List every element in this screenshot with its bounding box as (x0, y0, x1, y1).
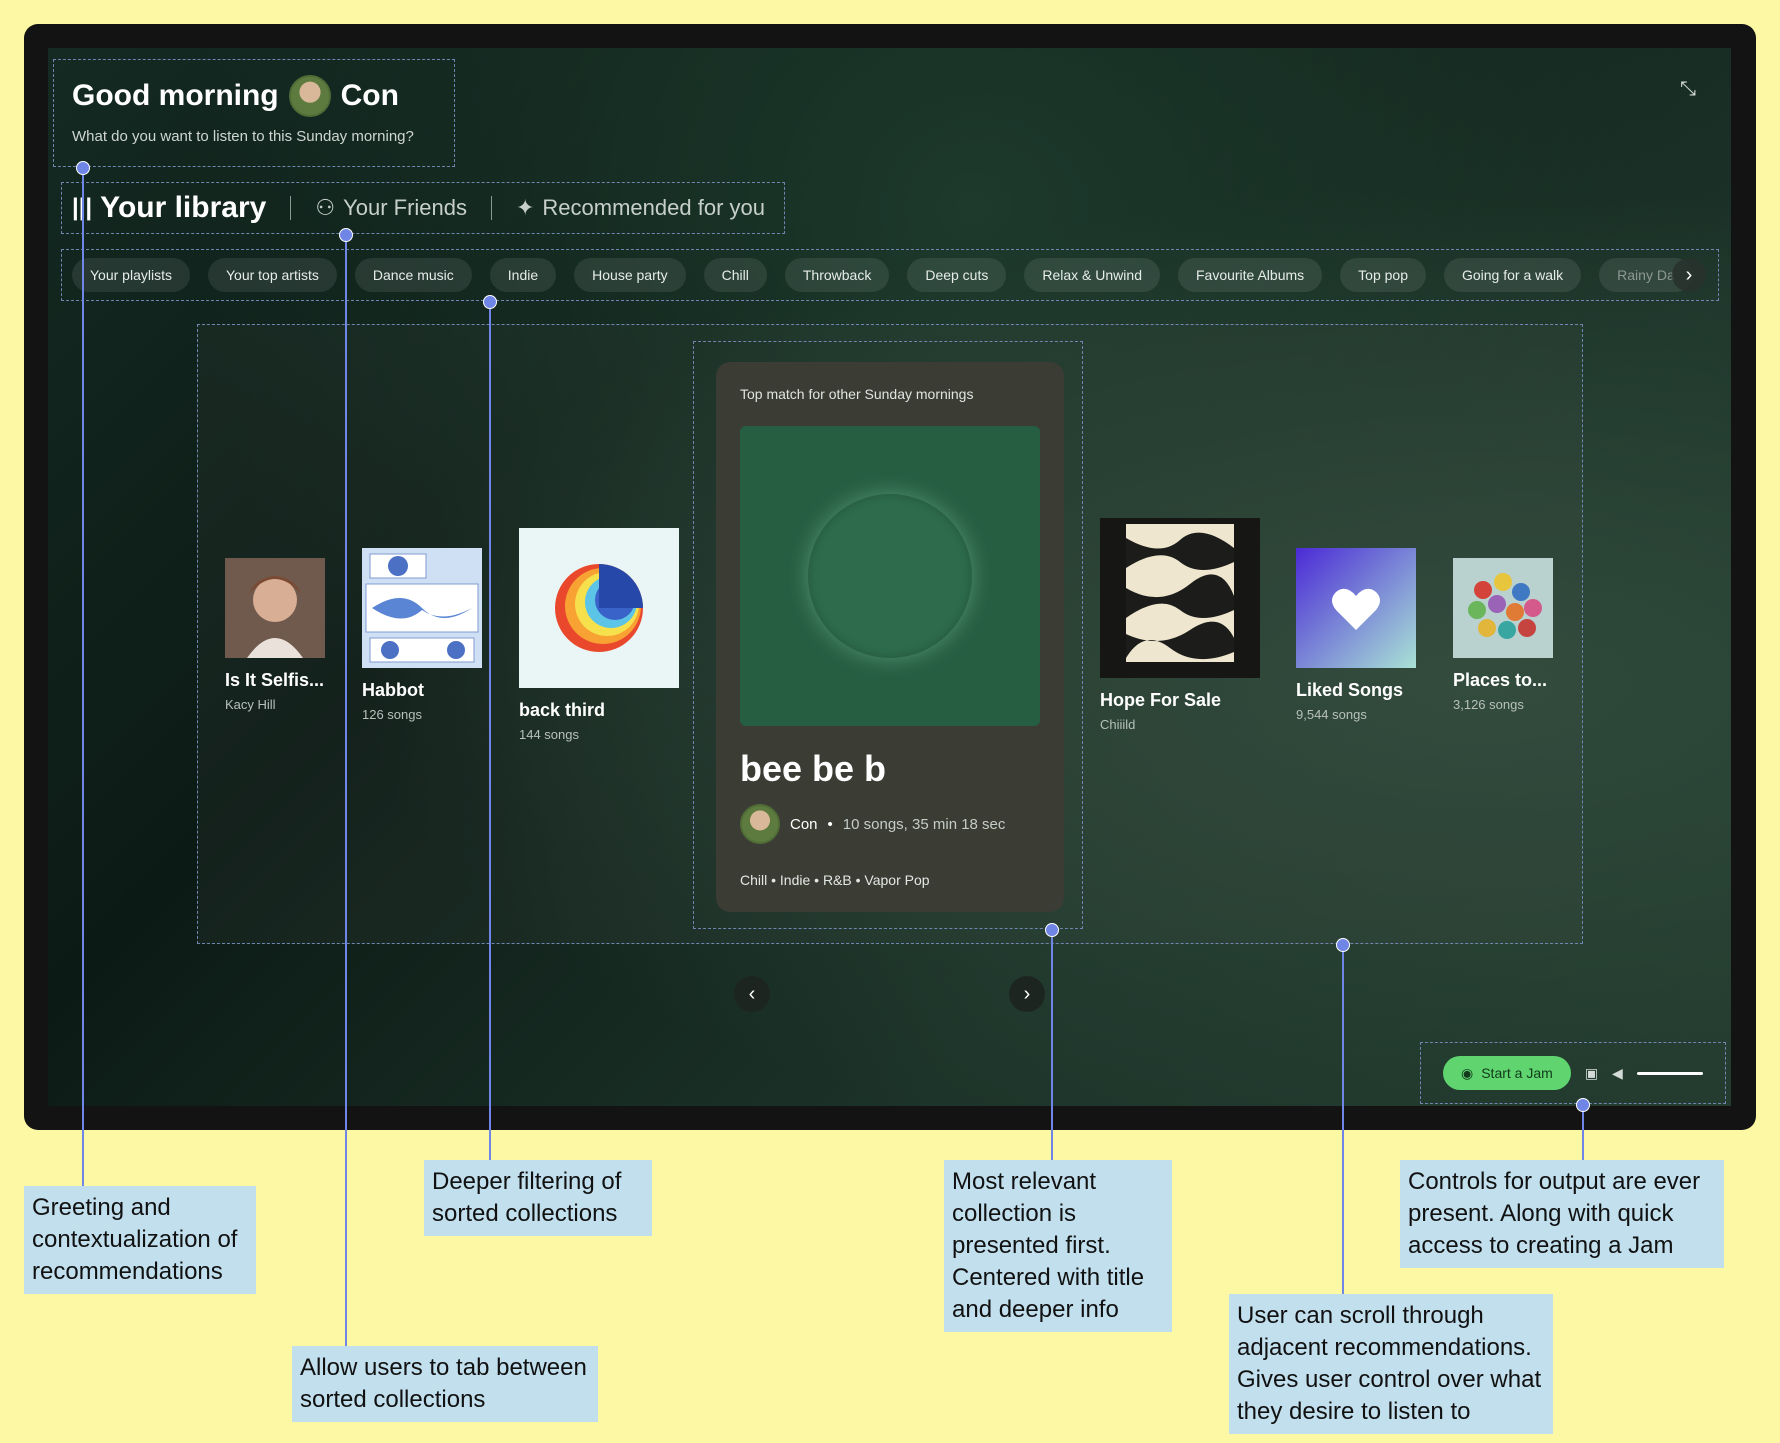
start-jam-button[interactable]: ◉ Start a Jam (1443, 1056, 1571, 1090)
chip-deep-cuts[interactable]: Deep cuts (907, 258, 1007, 292)
tab-library[interactable]: ||| Your library (72, 191, 266, 225)
tab-label: Your Friends (343, 195, 467, 220)
annotation-line (1342, 945, 1344, 1295)
collection-card[interactable]: Is It Selfis... Kacy Hill (225, 558, 325, 712)
annotation-dot (1576, 1098, 1590, 1112)
friends-icon: ⚇ (315, 195, 336, 220)
card-title: back third (519, 700, 606, 720)
annotation-line (82, 168, 84, 1188)
greeting-subtitle: What do you want to listen to this Sunda… (72, 128, 414, 145)
annotation-featured: Most relevant collection is presented fi… (944, 1160, 1172, 1332)
devices-icon[interactable]: ▣ (1585, 1065, 1598, 1082)
card-meta: 3,126 songs (1453, 697, 1524, 712)
tab-divider (490, 196, 492, 220)
volume-slider[interactable] (1636, 1071, 1703, 1075)
collection-card[interactable]: Hope For Sale Chiiild (1100, 518, 1260, 732)
annotation-greeting: Greeting and contextualization of recomm… (24, 1186, 256, 1294)
chip-favourite-albums[interactable]: Favourite Albums (1177, 258, 1323, 292)
volume-icon[interactable]: ◀ (1612, 1065, 1623, 1082)
greeting-text: Good morning (72, 79, 279, 112)
annotation-line (489, 302, 491, 1162)
card-title: Places to... (1453, 670, 1548, 690)
sparkle-icon: ✦ (515, 195, 535, 220)
greeting-title: Good morning Con (72, 75, 399, 117)
annotation-filters: Deeper filtering of sorted collections (424, 1160, 652, 1236)
annotation-line (345, 235, 347, 1350)
owner-name: Con (790, 815, 818, 833)
annotation-dot (1045, 923, 1059, 937)
collection-card[interactable]: Habbot 126 songs (362, 548, 482, 722)
chip-top-pop[interactable]: Top pop (1340, 258, 1426, 292)
playback-controls: ◉ Start a Jam ▣ ◀ (1420, 1042, 1726, 1104)
jam-icon: ◉ (1461, 1064, 1474, 1081)
chevron-right-icon[interactable]: › (1009, 976, 1045, 1012)
collection-card[interactable]: Places to... 3,126 songs (1453, 558, 1553, 712)
tab-recommended[interactable]: ✦ Recommended for you (516, 195, 765, 221)
chip-going-for-a-walk[interactable]: Going for a walk (1443, 258, 1582, 292)
cover-art (1100, 518, 1260, 678)
chip-relax-unwind[interactable]: Relax & Unwind (1024, 258, 1160, 292)
tab-label: Recommended for you (542, 195, 765, 220)
cover-art (225, 558, 325, 658)
annotation-dot (76, 161, 90, 175)
chevron-right-icon[interactable]: › (1672, 258, 1706, 292)
cover-art (362, 548, 482, 668)
user-name: Con (340, 79, 399, 112)
annotation-dot (1336, 938, 1350, 952)
annotation-line (1582, 1105, 1584, 1162)
annotation-dot (339, 228, 353, 242)
chip-dance-music[interactable]: Dance music (354, 258, 472, 292)
avatar (740, 804, 780, 844)
card-meta: Chiiild (1100, 717, 1136, 732)
separator-dot: • (827, 815, 833, 833)
annotation-controls: Controls for output are ever present. Al… (1400, 1160, 1724, 1268)
featured-owner: Con • 10 songs, 35 min 18 sec (740, 804, 1005, 844)
filter-chips: Your playlists Your top artists Dance mu… (61, 249, 1719, 301)
cover-art (519, 528, 679, 688)
featured-label: Top match for other Sunday mornings (740, 386, 974, 402)
tab-divider (290, 196, 292, 220)
featured-cover-art (740, 426, 1040, 726)
card-title: Habbot (362, 680, 424, 700)
jam-label: Start a Jam (1481, 1065, 1553, 1081)
card-meta: 9,544 songs (1296, 707, 1367, 722)
featured-card[interactable]: Top match for other Sunday mornings bee … (716, 362, 1064, 912)
collection-card[interactable]: Liked Songs 9,544 songs (1296, 548, 1416, 722)
annotation-carousel: User can scroll through adjacent recomme… (1229, 1294, 1553, 1434)
featured-title: bee be b (740, 748, 887, 789)
tab-label: Your library (100, 191, 267, 224)
annotation-line (1051, 930, 1053, 1162)
cover-art (1453, 558, 1553, 658)
card-title: Is It Selfis... (225, 670, 325, 690)
heart-icon (1296, 548, 1416, 668)
chevron-left-icon[interactable]: ‹ (734, 976, 770, 1012)
featured-details: 10 songs, 35 min 18 sec (842, 815, 1006, 833)
greeting-panel: Good morning Con What do you want to lis… (53, 59, 455, 167)
chip-throwback[interactable]: Throwback (784, 258, 890, 292)
featured-genres: Chill • Indie • R&B • Vapor Pop (740, 872, 930, 888)
annotation-dot (483, 295, 497, 309)
annotation-tabs: Allow users to tab between sorted collec… (292, 1346, 598, 1422)
minimize-icon[interactable]: ⤡ (1680, 78, 1696, 101)
card-meta: 126 songs (362, 707, 422, 722)
card-title: Hope For Sale (1100, 690, 1222, 710)
avatar[interactable] (288, 75, 331, 117)
chip-house-party[interactable]: House party (574, 258, 686, 292)
cover-circle (808, 494, 972, 658)
chip-your-top-artists[interactable]: Your top artists (207, 258, 337, 292)
chip-chill[interactable]: Chill (703, 258, 767, 292)
featured-collection-frame: Top match for other Sunday mornings bee … (693, 341, 1083, 929)
chip-indie[interactable]: Indie (489, 258, 557, 292)
chip-your-playlists[interactable]: Your playlists (72, 258, 190, 292)
collection-card[interactable]: back third 144 songs (519, 528, 679, 742)
card-meta: 144 songs (519, 727, 579, 742)
tab-friends[interactable]: ⚇ Your Friends (315, 195, 467, 221)
card-title: Liked Songs (1296, 680, 1404, 700)
card-meta: Kacy Hill (225, 697, 276, 712)
collection-tabs: ||| Your library ⚇ Your Friends ✦ Recomm… (61, 182, 785, 234)
